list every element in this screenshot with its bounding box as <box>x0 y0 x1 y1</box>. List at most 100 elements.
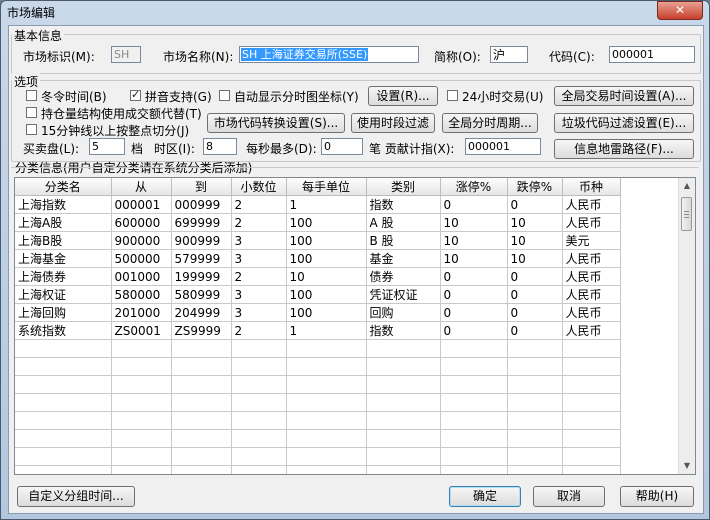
table-cell <box>286 429 367 448</box>
bid-field[interactable] <box>89 138 125 155</box>
contrib-field[interactable] <box>465 138 541 155</box>
table-cell <box>231 411 287 430</box>
classify-table[interactable]: 分类名从到小数位 每手单位 类别 涨停% 跌停% 币种 上海指数 000001 000999 2… <box>14 177 696 475</box>
table-cell: 001000 <box>111 267 172 286</box>
table-cell: 100 <box>286 231 367 250</box>
table-cell: 上海债券 <box>15 267 112 286</box>
table-cell: 0 <box>507 195 563 214</box>
table-cell <box>15 411 112 430</box>
table-cell <box>15 375 112 394</box>
table-cell: 指数 <box>366 321 441 340</box>
table-row[interactable]: 上海指数 000001 000999 2 1 指数 0 0 人民币 <box>15 195 621 214</box>
table-row[interactable] <box>15 393 621 412</box>
table-cell: 人民币 <box>562 267 621 286</box>
h24-label: 24小时交易(U) <box>462 90 544 104</box>
scroll-thumb[interactable] <box>681 197 692 231</box>
table-row[interactable]: 上海基金 500000 579999 3 100 基金 10 10 人民币 <box>15 249 621 268</box>
table-cell: 人民币 <box>562 285 621 304</box>
auto-show-checkbox[interactable] <box>219 90 230 101</box>
table-row[interactable] <box>15 429 621 448</box>
code-field[interactable] <box>609 46 695 63</box>
table-cell: 580000 <box>111 285 172 304</box>
table-cell <box>231 393 287 412</box>
column-header[interactable]: 币种 <box>562 178 621 196</box>
table-cell <box>507 357 563 376</box>
table-cell: 系统指数 <box>15 321 112 340</box>
table-cell: A 股 <box>366 213 441 232</box>
market-name-value: SH 上海证券交易所(SSE) <box>241 48 369 61</box>
table-cell: 10 <box>440 231 508 250</box>
table-cell <box>171 357 232 376</box>
short-name-field[interactable] <box>490 46 528 63</box>
title-bar: 市场编辑 ✕ <box>1 1 709 23</box>
scroll-down-icon[interactable]: ▼ <box>679 458 695 474</box>
column-header[interactable]: 跌停% <box>507 178 563 196</box>
table-cell: 美元 <box>562 231 621 250</box>
table-cell: 凭证权证 <box>366 285 441 304</box>
code-label: 代码(C): <box>549 50 595 64</box>
table-row[interactable]: 上海B股 900000 900999 3 100 B 股 10 10 美元 <box>15 231 621 250</box>
table-cell <box>111 375 172 394</box>
table-cell: 0 <box>440 267 508 286</box>
table-cell: 0 <box>507 321 563 340</box>
table-row[interactable] <box>15 357 621 376</box>
table-row[interactable] <box>15 411 621 430</box>
table-cell <box>231 429 287 448</box>
help-button[interactable]: 帮助(H) <box>620 486 694 507</box>
table-cell <box>366 411 441 430</box>
market-edit-dialog: 市场编辑 ✕ 基本信息 市场标识(M): 市场名称(N): SH 上海证券交易所… <box>0 0 710 520</box>
scroll-up-icon[interactable]: ▲ <box>679 178 695 194</box>
table-cell: 人民币 <box>562 321 621 340</box>
table-cell: 0 <box>507 285 563 304</box>
min15-checkbox[interactable] <box>26 124 37 135</box>
timezone-field[interactable] <box>203 138 237 155</box>
column-header[interactable]: 涨停% <box>440 178 508 196</box>
code-convert-button[interactable]: 市场代码转换设置(S)... <box>207 113 345 133</box>
table-cell: 0 <box>440 321 508 340</box>
holding-checkbox[interactable] <box>26 107 37 118</box>
settings-button[interactable]: 设置(R)... <box>368 86 438 106</box>
per-second-field[interactable] <box>321 138 363 155</box>
table-row[interactable] <box>15 465 621 474</box>
ok-button[interactable]: 确定 <box>449 486 521 507</box>
table-cell: 2 <box>231 321 287 340</box>
short-name-label: 简称(O): <box>434 50 481 64</box>
column-header[interactable]: 到 <box>171 178 232 196</box>
column-header[interactable]: 分类名 <box>15 178 112 196</box>
table-cell: ZS0001 <box>111 321 172 340</box>
table-cell <box>111 393 172 412</box>
global-period-button[interactable]: 全局分时周期... <box>442 113 538 133</box>
close-icon[interactable]: ✕ <box>657 1 703 20</box>
table-row[interactable]: 上海A股 600000 699999 2 100 A 股 10 10 人民币 <box>15 213 621 232</box>
table-row[interactable] <box>15 447 621 466</box>
h24-checkbox[interactable] <box>447 90 458 101</box>
table-row[interactable]: 系统指数 ZS0001 ZS9999 2 1 指数 0 0 人民币 <box>15 321 621 340</box>
vertical-scrollbar[interactable]: ▲ ▼ <box>678 178 695 474</box>
winter-time-checkbox[interactable] <box>26 90 37 101</box>
table-cell: 579999 <box>171 249 232 268</box>
table-cell <box>440 357 508 376</box>
column-header[interactable]: 类别 <box>366 178 441 196</box>
level-label: 档 <box>131 142 144 156</box>
table-row[interactable]: 上海债券 001000 199999 2 10 债券 0 0 人民币 <box>15 267 621 286</box>
table-cell <box>111 411 172 430</box>
custom-group-time-button[interactable]: 自定义分组时间... <box>17 486 135 507</box>
market-id-field[interactable] <box>111 46 141 63</box>
table-row[interactable] <box>15 339 621 358</box>
column-header[interactable]: 从 <box>111 178 172 196</box>
mine-path-button[interactable]: 信息地雷路径(F)... <box>554 139 694 159</box>
period-filter-button[interactable]: 使用时段过滤 <box>351 113 435 133</box>
cancel-button[interactable]: 取消 <box>533 486 605 507</box>
table-row[interactable]: 上海回购 201000 204999 3 100 回购 0 0 人民币 <box>15 303 621 322</box>
column-header[interactable]: 每手单位 <box>286 178 367 196</box>
market-name-field[interactable]: SH 上海证券交易所(SSE) <box>239 46 419 63</box>
table-cell <box>366 375 441 394</box>
table-cell <box>171 375 232 394</box>
pinyin-checkbox[interactable] <box>130 88 141 101</box>
column-header[interactable]: 小数位 <box>231 178 287 196</box>
table-cell: 债券 <box>366 267 441 286</box>
table-row[interactable]: 上海权证 580000 580999 3 100 凭证权证 0 0 人民币 <box>15 285 621 304</box>
global-trade-time-button[interactable]: 全局交易时间设置(A)... <box>554 86 694 106</box>
garbage-filter-button[interactable]: 垃圾代码过滤设置(E)... <box>554 113 694 133</box>
table-row[interactable] <box>15 375 621 394</box>
